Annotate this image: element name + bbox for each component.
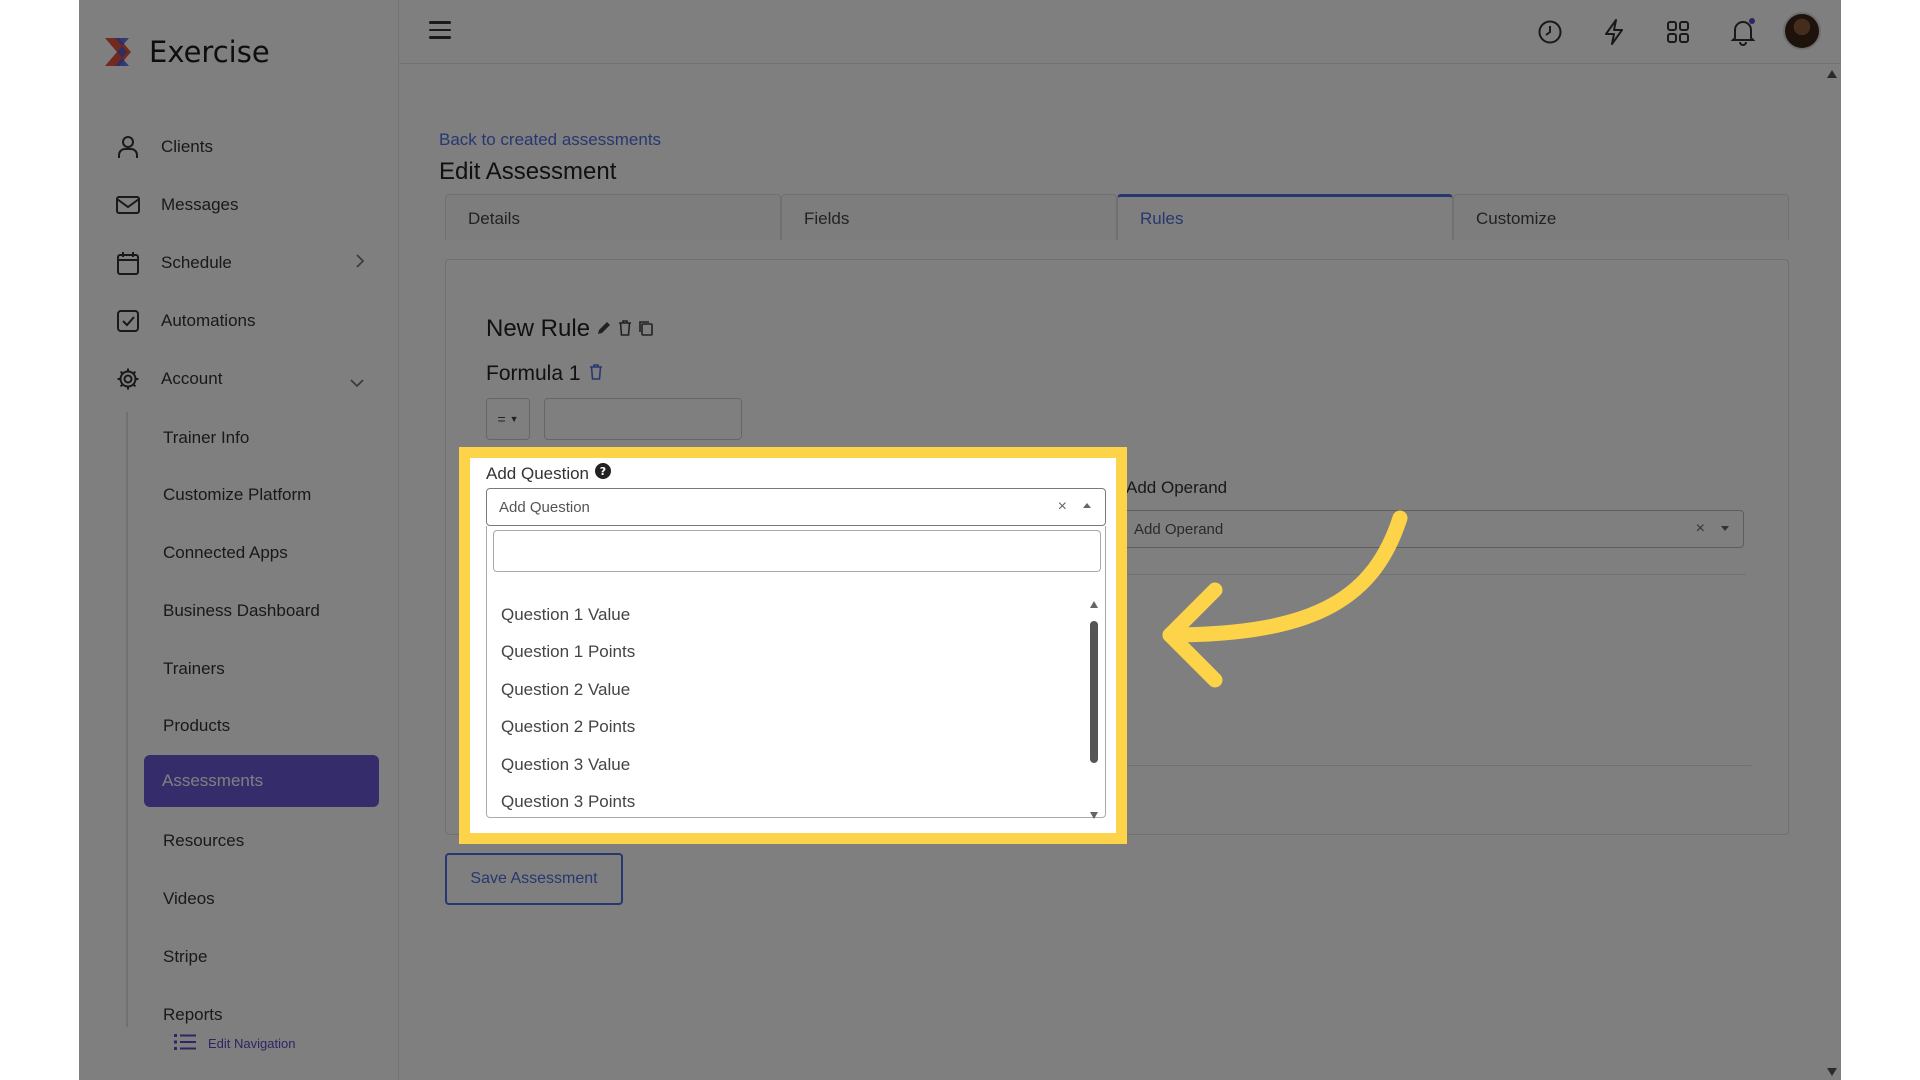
copy-icon[interactable] [638,315,654,343]
list-item[interactable]: Question 2 Value [487,671,1087,709]
list-icon [174,1033,196,1054]
checkbox-icon [115,308,141,334]
caret-down-icon: ▼ [509,414,519,424]
user-icon [115,134,141,160]
bolt-icon[interactable] [1598,16,1630,48]
caret-up-icon[interactable] [1083,503,1091,508]
dropdown-scrollbar[interactable] [1089,601,1099,819]
svg-text:?: ? [600,465,606,478]
add-question-label-text: Add Question [486,463,590,483]
chevron-right-icon [355,253,365,274]
grid-icon[interactable] [1662,16,1694,48]
sidebar-item-label: Account [161,369,223,388]
rule-title: New Rule [486,315,654,343]
spotlight-area: Add Question ? Add Question × Question 1… [459,447,1127,844]
sidebar-item-schedule[interactable]: Schedule [115,243,365,283]
list-item[interactable]: Question 1 Value [487,596,1087,634]
scrollbar-thumb[interactable] [1090,621,1098,763]
sidebar-item-account[interactable]: Account [115,359,365,399]
operator-value: = [497,411,506,427]
sidebar-item-clients[interactable]: Clients [115,127,365,167]
sidebar-item-label: Automations [161,311,256,330]
operator-select[interactable]: = ▼ [486,398,530,440]
sidebar-item-assessments[interactable]: Assessments [144,755,379,807]
gear-icon [115,366,141,392]
tab-fields[interactable]: Fields [781,194,1117,240]
top-bar [399,0,1841,64]
brand[interactable]: Exercise [101,34,270,70]
formula-value-input[interactable] [544,398,742,440]
add-question-select[interactable]: Add Question × [486,488,1106,526]
sidebar-item-label: Messages [161,195,239,214]
list-item[interactable]: Question 1 Points [487,634,1087,672]
sidebar-item-reports[interactable]: Reports [163,997,223,1033]
formula-title: Formula 1 [486,362,603,386]
chevron-down-icon [349,373,365,393]
mail-icon [115,192,141,218]
brand-name: Exercise [149,35,270,69]
scroll-down-arrow[interactable] [1090,812,1098,819]
clear-icon[interactable]: × [1058,498,1067,516]
sidebar-item-messages[interactable]: Messages [115,185,365,225]
scroll-up-arrow[interactable] [1827,70,1837,78]
pencil-icon[interactable] [596,315,612,343]
list-item[interactable]: Question 3 Points [487,784,1087,822]
submenu-rail [126,412,128,1027]
sidebar-item-videos[interactable]: Videos [163,881,215,917]
dropdown-options: Question 1 Value Question 1 Points Quest… [487,596,1087,821]
screen: Exercise Clients Messages Schedule Autom… [0,0,1920,1080]
tab-details[interactable]: Details [445,194,781,240]
avatar[interactable] [1783,12,1821,50]
sidebar-item-resources[interactable]: Resources [163,823,244,859]
sidebar-item-customize-platform[interactable]: Customize Platform [163,477,311,513]
edit-navigation-label: Edit Navigation [208,1036,296,1051]
pointer-arrow-icon [1162,510,1408,688]
list-item[interactable]: Question 3 Value [487,746,1087,784]
add-question-placeholder: Add Question [499,498,590,516]
trash-icon[interactable] [618,315,632,343]
tab-bar: Details Fields Rules Customize [445,194,1789,240]
sidebar-item-business-dashboard[interactable]: Business Dashboard [163,593,320,629]
tab-customize[interactable]: Customize [1453,194,1789,240]
scroll-up-arrow[interactable] [1090,601,1098,608]
back-link[interactable]: Back to created assessments [439,130,661,150]
sidebar-item-trainers[interactable]: Trainers [163,651,225,687]
sidebar-item-stripe[interactable]: Stripe [163,939,207,975]
save-assessment-button[interactable]: Save Assessment [445,853,623,905]
page-title: Edit Assessment [439,158,617,185]
trash-icon[interactable] [589,362,603,386]
sidebar-item-label: Clients [161,137,213,156]
sidebar-item-automations[interactable]: Automations [115,301,365,341]
menu-icon[interactable] [429,21,451,41]
edit-navigation-link[interactable]: Edit Navigation [174,1033,295,1054]
sidebar: Exercise Clients Messages Schedule Autom… [79,0,399,1080]
list-item[interactable]: Question 2 Points [487,709,1087,747]
help-icon[interactable]: ? [595,463,612,484]
question-dropdown: Question 1 Value Question 1 Points Quest… [486,526,1106,821]
calendar-icon [115,250,141,276]
sidebar-item-connected-apps[interactable]: Connected Apps [163,535,288,571]
add-question-label: Add Question ? [486,463,612,484]
rule-title-text: New Rule [486,315,591,342]
caret-down-icon[interactable] [1721,526,1729,531]
scroll-down-arrow[interactable] [1827,1068,1837,1076]
add-operand-label: Add Operand [1126,478,1228,497]
clock-icon[interactable] [1534,16,1566,48]
formula-title-text: Formula 1 [486,362,581,385]
clear-icon[interactable]: × [1696,520,1705,538]
sidebar-item-label: Schedule [161,253,232,272]
sidebar-item-trainer-info[interactable]: Trainer Info [163,420,249,456]
dropdown-search-input[interactable] [493,530,1101,572]
brand-logo [101,34,137,70]
tab-rules[interactable]: Rules [1117,194,1453,240]
sidebar-item-products[interactable]: Products [163,708,230,744]
bell-icon[interactable] [1727,16,1759,48]
